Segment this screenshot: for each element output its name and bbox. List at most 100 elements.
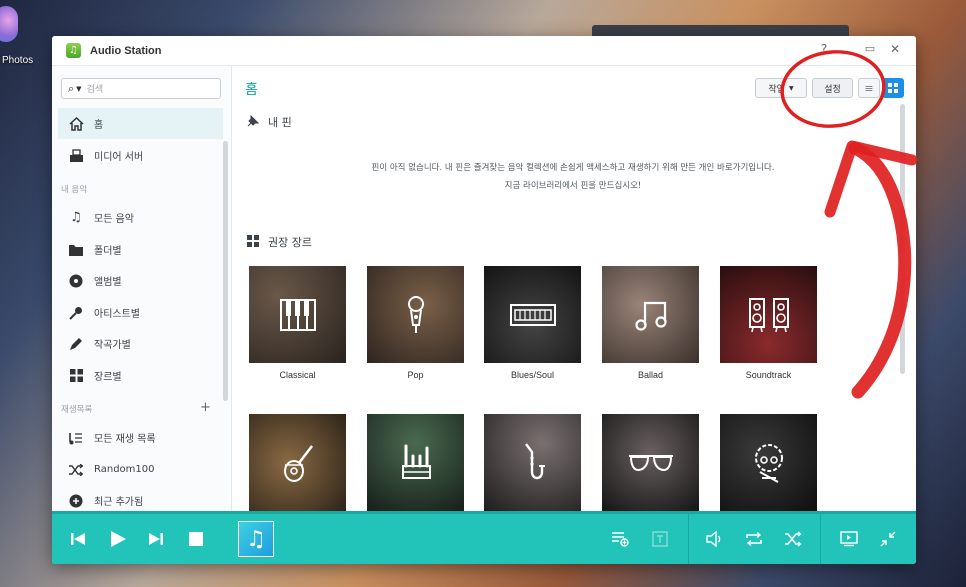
sidebar-item-all-music[interactable]: ♫ 모든 음악 [52, 202, 223, 233]
sidebar-item-media-server[interactable]: 미디어 서버 [52, 140, 223, 171]
window-title: Audio Station [90, 44, 162, 57]
genre-name: Soundtrack [745, 370, 792, 380]
sidebar-item-label: 미디어 서버 [94, 152, 144, 163]
pinned-empty-cta: 지금 라이브러리에서 핀을 만드십시오! [504, 181, 642, 191]
genre-tile-ballad[interactable]: Ballad [602, 266, 699, 380]
pin-icon [247, 114, 260, 130]
speakers-icon [748, 297, 789, 332]
music-note-icon: ♫ [246, 526, 266, 552]
music-note-icon [634, 301, 667, 331]
genre-tile-funk[interactable] [720, 414, 817, 511]
piano-icon [279, 298, 316, 331]
home-icon [68, 116, 84, 132]
volume-button[interactable] [704, 528, 726, 550]
photos-label: Photos [2, 55, 34, 66]
divider [820, 514, 821, 564]
next-track-button[interactable] [145, 528, 167, 550]
my-music-header: 내 음악 [61, 185, 88, 195]
sidebar-item-by-artist[interactable]: 아티스트별 [52, 297, 223, 328]
sidebar-item-all-playlists[interactable]: 모든 재생 목록 [52, 422, 223, 453]
genre-tile-classical[interactable]: Classical [249, 266, 346, 380]
genre-art [484, 266, 581, 363]
skip-back-icon [71, 533, 85, 545]
genre-name: Classical [279, 370, 316, 380]
genre-tile-hiphop[interactable] [602, 414, 699, 511]
search-icon: ⌕ [68, 81, 75, 95]
close-button[interactable]: ✕ [888, 42, 902, 56]
keyboard-icon [509, 303, 556, 326]
genre-tile-pop[interactable]: Pop [367, 266, 464, 380]
settings-button-label: 설정 [824, 84, 841, 95]
chevron-down-icon: ▼ [76, 84, 82, 93]
maximize-button[interactable]: ▭ [863, 42, 877, 56]
grid-view-icon [888, 83, 898, 93]
skip-forward-icon [149, 533, 163, 545]
sidebar-item-label: 앨범별 [94, 277, 122, 288]
mini-player-button[interactable] [838, 528, 860, 550]
genre-name: Ballad [637, 370, 664, 380]
pinned-header-label: 내 핀 [268, 116, 292, 129]
genre-art [602, 414, 699, 511]
shuffle-icon [68, 462, 84, 478]
genre-tile-blues-soul[interactable]: Blues/Soul [484, 266, 581, 380]
sidebar-item-by-album[interactable]: 앨범별 [52, 265, 223, 296]
add-circle-icon [68, 493, 84, 509]
sidebar-item-label: 모든 재생 목록 [94, 434, 156, 445]
main-scrollbar[interactable] [900, 104, 905, 374]
genres-header-label: 권장 장르 [268, 236, 312, 249]
grid-view-button[interactable] [882, 78, 904, 98]
divider [688, 514, 689, 564]
album-icon [68, 273, 84, 289]
page-title: 홈 [245, 82, 258, 98]
genre-art [720, 414, 817, 511]
genre-art [249, 414, 346, 511]
action-dropdown-button[interactable]: 작업 ▼ [755, 78, 807, 98]
list-view-icon: ≡ [864, 81, 874, 95]
collapse-icon [880, 531, 896, 547]
sidebar: ⌕ ▼ 검색 홈 미디어 서버 내 음악 ♫ 모든 음악 폴더별 앨범별 아티스… [52, 66, 232, 511]
search-input[interactable]: ⌕ ▼ 검색 [61, 78, 221, 99]
window-titlebar[interactable]: ♫ Audio Station ? ▭ ✕ [52, 36, 916, 66]
genre-art [602, 266, 699, 363]
play-button[interactable] [107, 528, 129, 550]
genre-tile-jazz[interactable] [484, 414, 581, 511]
genre-tile-acoustic[interactable] [249, 414, 346, 511]
sidebar-item-by-composer[interactable]: 작곡가별 [52, 328, 223, 359]
playlist-icon [68, 430, 84, 446]
genre-art [249, 266, 346, 363]
repeat-button[interactable] [743, 528, 765, 550]
sidebar-item-by-folder[interactable]: 폴더별 [52, 234, 223, 265]
action-button-label: 작업 [768, 84, 785, 95]
sidebar-item-by-genre[interactable]: 장르별 [52, 360, 223, 391]
sidebar-item-home[interactable]: 홈 [58, 108, 223, 139]
sidebar-scrollbar[interactable] [223, 141, 228, 401]
sidebar-item-label: 홈 [94, 120, 104, 131]
previous-track-button[interactable] [67, 528, 89, 550]
list-view-button[interactable]: ≡ [858, 78, 880, 98]
lyrics-button[interactable] [649, 528, 671, 550]
genre-tile-soundtrack[interactable]: Soundtrack [720, 266, 817, 380]
queue-button[interactable] [609, 528, 631, 550]
add-playlist-button[interactable]: + [200, 400, 211, 415]
genre-tile-rock[interactable] [367, 414, 464, 511]
sidebar-item-random100[interactable]: Random100 [52, 454, 223, 485]
grid-icon [68, 368, 84, 384]
now-playing-album-art[interactable]: ♫ [238, 521, 274, 557]
search-placeholder: 검색 [86, 85, 104, 95]
shuffle-icon [785, 531, 802, 547]
playlists-header: 재생목록 [61, 405, 93, 415]
desktop-photos-shortcut[interactable]: Photos [0, 0, 42, 70]
sidebar-item-label: 최근 추가됨 [94, 497, 144, 508]
shuffle-button[interactable] [782, 528, 804, 550]
stop-button[interactable] [185, 528, 207, 550]
help-button[interactable]: ? [817, 42, 831, 56]
photos-app-icon [0, 6, 18, 42]
repeat-icon [746, 531, 762, 547]
sidebar-item-label: Random100 [94, 464, 155, 475]
collapse-player-button[interactable] [877, 528, 899, 550]
genre-name: Pop [407, 370, 424, 380]
settings-button[interactable]: 설정 [812, 78, 853, 98]
volume-icon [706, 531, 721, 547]
media-server-icon [68, 148, 84, 164]
player-bar: ♫ [52, 511, 916, 564]
